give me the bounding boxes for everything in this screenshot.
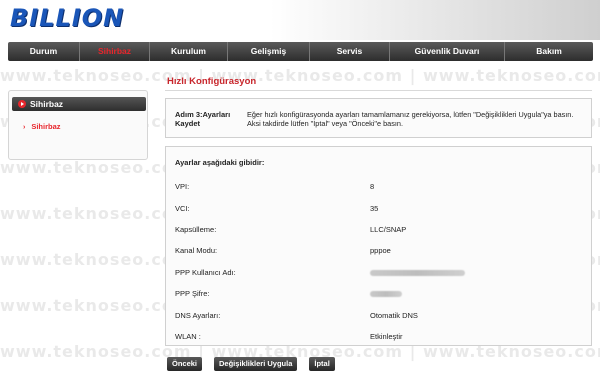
setting-value: Etkinleştir	[370, 332, 403, 341]
setting-label: VPI:	[175, 182, 190, 191]
setting-row-kapsulleme: Kapsülleme: LLC/SNAP	[175, 225, 585, 235]
sidebar-heading[interactable]: Sihirbaz	[12, 97, 146, 111]
nav-servis[interactable]: Servis	[310, 42, 390, 61]
setting-row-dns: DNS Ayarları: Otomatik DNS	[175, 311, 585, 321]
setting-value-redacted	[370, 268, 465, 277]
sidebar-item-sihirbaz[interactable]: › Sihirbaz	[23, 122, 61, 131]
setting-row-vpi: VPI: 8	[175, 182, 585, 192]
nav-sihirbaz[interactable]: Sihirbaz	[80, 42, 150, 61]
watermark-text: www.teknoseo.com | www.teknoseo.com | ww…	[0, 66, 600, 85]
setting-value: pppoe	[370, 246, 391, 255]
main-nav: Durum Sihirbaz Kurulum Gelişmiş Servis G…	[8, 42, 593, 61]
setting-value: 8	[370, 182, 375, 191]
setting-row-ppp-password: PPP Şifre:	[175, 289, 585, 299]
settings-panel: Ayarlar aşağıdaki gibidir: VPI: 8 VCI: 3…	[165, 146, 592, 346]
step-panel: Adım 3:Ayarları Kaydet Eğer hızlı konfig…	[165, 98, 592, 138]
nav-gelismis[interactable]: Gelişmiş	[228, 42, 310, 61]
bullet-icon: ›	[23, 124, 26, 131]
billion-logo: BILLION	[10, 4, 125, 32]
nav-kurulum[interactable]: Kurulum	[150, 42, 228, 61]
setting-row-vci: VCI: 35	[175, 204, 585, 214]
nav-bakim[interactable]: Bakım	[505, 42, 593, 61]
header: BILLION	[0, 0, 600, 40]
cancel-button[interactable]: İptal	[309, 357, 335, 371]
nav-guvenlik-duvari[interactable]: Güvenlik Duvarı	[390, 42, 505, 61]
setting-value: LLC/SNAP	[370, 225, 407, 234]
title-divider	[165, 90, 592, 91]
apply-changes-button[interactable]: Değişiklikleri Uygula	[214, 357, 298, 371]
sidebar-item-label: Sihirbaz	[31, 122, 61, 131]
setting-label: PPP Şifre:	[175, 289, 210, 298]
setting-label: PPP Kullanıcı Adı:	[175, 268, 236, 277]
setting-label: VCI:	[175, 204, 190, 213]
setting-label: WLAN :	[175, 332, 201, 341]
sidebar: Sihirbaz › Sihirbaz	[8, 90, 148, 160]
action-buttons: Önceki Değişiklikleri Uygula İptal	[167, 357, 335, 371]
page-title: Hızlı Konfigürasyon	[167, 76, 257, 87]
setting-label: DNS Ayarları:	[175, 311, 221, 320]
setting-row-kanal-modu: Kanal Modu: pppoe	[175, 246, 585, 256]
setting-value: 35	[370, 204, 379, 213]
setting-label: Kapsülleme:	[175, 225, 217, 234]
setting-row-ppp-username: PPP Kullanıcı Adı:	[175, 268, 585, 278]
sidebar-heading-label: Sihirbaz	[30, 99, 64, 109]
setting-value: Otomatik DNS	[370, 311, 418, 320]
setting-value-redacted	[370, 289, 402, 298]
step-label: Adım 3:Ayarları Kaydet	[175, 110, 231, 128]
setting-row-wlan: WLAN : Etkinleştir	[175, 332, 585, 342]
step-description: Eğer hızlı konfigürasyonda ayarları tama…	[247, 110, 574, 128]
setting-label: Kanal Modu:	[175, 246, 218, 255]
settings-heading: Ayarlar aşağıdaki gibidir:	[175, 158, 265, 167]
nav-durum[interactable]: Durum	[8, 42, 80, 61]
previous-button[interactable]: Önceki	[167, 357, 203, 371]
arrow-right-icon	[18, 100, 26, 108]
